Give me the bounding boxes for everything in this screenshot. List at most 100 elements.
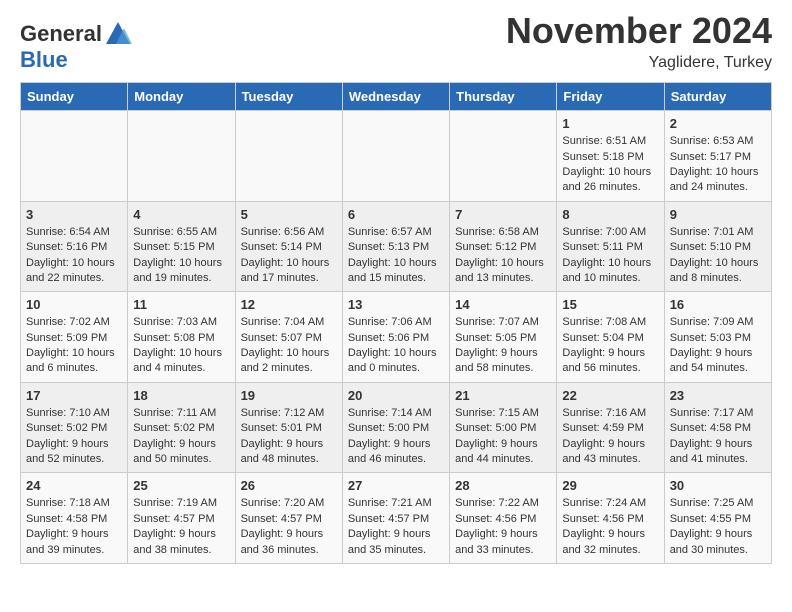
logo-blue-text: Blue (20, 48, 132, 72)
day-number: 5 (241, 207, 337, 222)
day-number: 27 (348, 478, 444, 493)
calendar-week-row: 17 Sunrise: 7:10 AM Sunset: 5:02 PM Dayli… (21, 382, 772, 473)
logo-icon (104, 20, 132, 48)
day-content: Sunrise: 7:15 AM Sunset: 5:00 PM Dayligh… (455, 406, 551, 468)
day-content: Sunrise: 7:14 AM Sunset: 5:00 PM Dayligh… (348, 406, 444, 468)
calendar-cell: 12 Sunrise: 7:04 AM Sunset: 5:07 PM Dayli… (235, 292, 342, 383)
calendar-cell: 2Sunrise: 6:53 AM Sunset: 5:17 PM Daylig… (664, 111, 771, 202)
day-number: 19 (241, 388, 337, 403)
day-number: 8 (562, 207, 658, 222)
day-number: 16 (670, 297, 766, 312)
calendar-cell (128, 111, 235, 202)
title-area: November 2024 Yaglidere, Turkey (506, 10, 772, 72)
day-number: 30 (670, 478, 766, 493)
calendar-cell: 29Sunrise: 7:24 AM Sunset: 4:56 PM Dayli… (557, 473, 664, 564)
logo-general-text: General (20, 22, 102, 46)
day-of-week-header: Monday (128, 83, 235, 111)
day-number: 17 (26, 388, 122, 403)
day-content: Sunrise: 7:16 AM Sunset: 4:59 PM Dayligh… (562, 406, 658, 468)
calendar-cell (342, 111, 449, 202)
day-content: Sunrise: 7:08 AM Sunset: 5:04 PM Dayligh… (562, 315, 658, 377)
location-title: Yaglidere, Turkey (506, 54, 772, 72)
day-number: 1 (562, 116, 658, 131)
day-number: 9 (670, 207, 766, 222)
day-content: Sunrise: 7:01 AM Sunset: 5:10 PM Dayligh… (670, 225, 766, 287)
calendar-cell: 10 Sunrise: 7:02 AM Sunset: 5:09 PM Dayli… (21, 292, 128, 383)
calendar-cell: 25 Sunrise: 7:19 AM Sunset: 4:57 PM Dayli… (128, 473, 235, 564)
day-content: Sunrise: 7:20 AM Sunset: 4:57 PM Dayligh… (241, 496, 337, 558)
day-number: 13 (348, 297, 444, 312)
day-content: Sunrise: 7:02 AM Sunset: 5:09 PM Dayligh… (26, 315, 122, 377)
day-number: 11 (133, 297, 229, 312)
calendar-cell (450, 111, 557, 202)
day-number: 25 (133, 478, 229, 493)
day-of-week-header: Thursday (450, 83, 557, 111)
day-content: Sunrise: 7:25 AM Sunset: 4:55 PM Dayligh… (670, 496, 766, 558)
calendar-week-row: 10 Sunrise: 7:02 AM Sunset: 5:09 PM Dayli… (21, 292, 772, 383)
calendar-cell: 18Sunrise: 7:11 AM Sunset: 5:02 PM Dayli… (128, 382, 235, 473)
day-number: 21 (455, 388, 551, 403)
page-header: General Blue November 2024 Yaglidere, Tu… (20, 10, 772, 72)
month-title: November 2024 (506, 10, 772, 52)
day-content: Sunrise: 7:12 AM Sunset: 5:01 PM Dayligh… (241, 406, 337, 468)
day-number: 26 (241, 478, 337, 493)
day-content: Sunrise: 6:53 AM Sunset: 5:17 PM Dayligh… (670, 134, 766, 196)
calendar-cell: 1Sunrise: 6:51 AM Sunset: 5:18 PM Daylig… (557, 111, 664, 202)
day-number: 23 (670, 388, 766, 403)
day-content: Sunrise: 7:18 AM Sunset: 4:58 PM Dayligh… (26, 496, 122, 558)
calendar-table: SundayMondayTuesdayWednesdayThursdayFrid… (20, 82, 772, 564)
day-number: 10 (26, 297, 122, 312)
day-content: Sunrise: 7:17 AM Sunset: 4:58 PM Dayligh… (670, 406, 766, 468)
day-of-week-header: Sunday (21, 83, 128, 111)
calendar-cell: 15 Sunrise: 7:08 AM Sunset: 5:04 PM Dayli… (557, 292, 664, 383)
calendar-cell: 9 Sunrise: 7:01 AM Sunset: 5:10 PM Daylig… (664, 201, 771, 292)
day-number: 22 (562, 388, 658, 403)
day-of-week-header: Friday (557, 83, 664, 111)
day-number: 12 (241, 297, 337, 312)
day-of-week-header: Saturday (664, 83, 771, 111)
day-content: Sunrise: 7:11 AM Sunset: 5:02 PM Dayligh… (133, 406, 229, 468)
calendar-header-row: SundayMondayTuesdayWednesdayThursdayFrid… (21, 83, 772, 111)
day-number: 15 (562, 297, 658, 312)
day-content: Sunrise: 7:00 AM Sunset: 5:11 PM Dayligh… (562, 225, 658, 287)
day-number: 29 (562, 478, 658, 493)
day-content: Sunrise: 7:07 AM Sunset: 5:05 PM Dayligh… (455, 315, 551, 377)
calendar-cell: 20Sunrise: 7:14 AM Sunset: 5:00 PM Dayli… (342, 382, 449, 473)
calendar-cell: 3Sunrise: 6:54 AM Sunset: 5:16 PM Daylig… (21, 201, 128, 292)
day-content: Sunrise: 7:21 AM Sunset: 4:57 PM Dayligh… (348, 496, 444, 558)
day-of-week-header: Tuesday (235, 83, 342, 111)
calendar-cell: 19 Sunrise: 7:12 AM Sunset: 5:01 PM Dayli… (235, 382, 342, 473)
calendar-week-row: 3Sunrise: 6:54 AM Sunset: 5:16 PM Daylig… (21, 201, 772, 292)
calendar-cell: 17 Sunrise: 7:10 AM Sunset: 5:02 PM Dayli… (21, 382, 128, 473)
day-content: Sunrise: 7:04 AM Sunset: 5:07 PM Dayligh… (241, 315, 337, 377)
logo: General Blue (20, 20, 132, 72)
calendar-cell: 23 Sunrise: 7:17 AM Sunset: 4:58 PM Dayli… (664, 382, 771, 473)
day-content: Sunrise: 6:56 AM Sunset: 5:14 PM Dayligh… (241, 225, 337, 287)
day-content: Sunrise: 7:22 AM Sunset: 4:56 PM Dayligh… (455, 496, 551, 558)
day-content: Sunrise: 7:09 AM Sunset: 5:03 PM Dayligh… (670, 315, 766, 377)
calendar-cell: 13 Sunrise: 7:06 AM Sunset: 5:06 PM Dayli… (342, 292, 449, 383)
day-number: 14 (455, 297, 551, 312)
calendar-cell: 16 Sunrise: 7:09 AM Sunset: 5:03 PM Dayli… (664, 292, 771, 383)
calendar-cell: 22 Sunrise: 7:16 AM Sunset: 4:59 PM Dayli… (557, 382, 664, 473)
calendar-cell: 21 Sunrise: 7:15 AM Sunset: 5:00 PM Dayli… (450, 382, 557, 473)
calendar-cell: 6Sunrise: 6:57 AM Sunset: 5:13 PM Daylig… (342, 201, 449, 292)
day-number: 28 (455, 478, 551, 493)
day-content: Sunrise: 7:10 AM Sunset: 5:02 PM Dayligh… (26, 406, 122, 468)
day-number: 24 (26, 478, 122, 493)
calendar-cell: 26 Sunrise: 7:20 AM Sunset: 4:57 PM Dayli… (235, 473, 342, 564)
day-content: Sunrise: 7:19 AM Sunset: 4:57 PM Dayligh… (133, 496, 229, 558)
calendar-cell: 7 Sunrise: 6:58 AM Sunset: 5:12 PM Daylig… (450, 201, 557, 292)
calendar-cell: 11 Sunrise: 7:03 AM Sunset: 5:08 PM Dayli… (128, 292, 235, 383)
calendar-cell (21, 111, 128, 202)
day-content: Sunrise: 7:03 AM Sunset: 5:08 PM Dayligh… (133, 315, 229, 377)
calendar-week-row: 1Sunrise: 6:51 AM Sunset: 5:18 PM Daylig… (21, 111, 772, 202)
calendar-cell: 5 Sunrise: 6:56 AM Sunset: 5:14 PM Daylig… (235, 201, 342, 292)
day-content: Sunrise: 6:55 AM Sunset: 5:15 PM Dayligh… (133, 225, 229, 287)
day-number: 6 (348, 207, 444, 222)
day-content: Sunrise: 7:06 AM Sunset: 5:06 PM Dayligh… (348, 315, 444, 377)
day-content: Sunrise: 6:58 AM Sunset: 5:12 PM Dayligh… (455, 225, 551, 287)
calendar-cell: 4Sunrise: 6:55 AM Sunset: 5:15 PM Daylig… (128, 201, 235, 292)
calendar-cell: 24 Sunrise: 7:18 AM Sunset: 4:58 PM Dayli… (21, 473, 128, 564)
day-number: 7 (455, 207, 551, 222)
